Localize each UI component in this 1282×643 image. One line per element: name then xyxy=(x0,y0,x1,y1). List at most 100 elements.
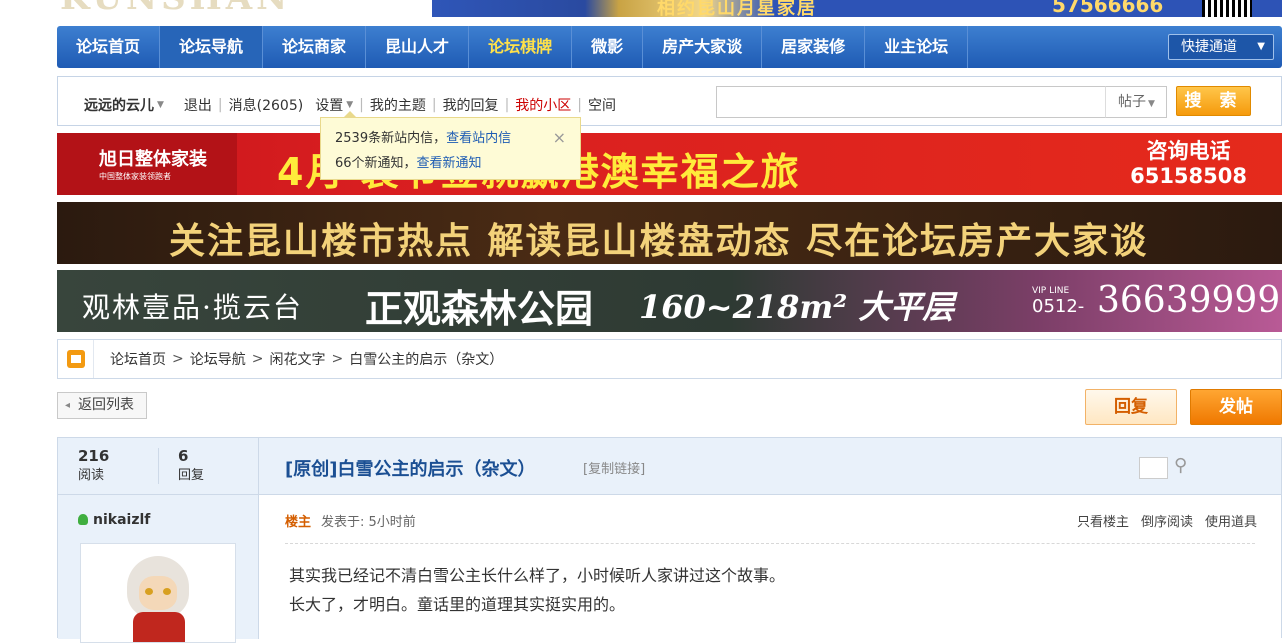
use-tool-link[interactable]: 使用道具 xyxy=(1205,515,1257,530)
post-line: 其实我已经记不清白雪公主长什么样了，小时候听人家讲过这个故事。 xyxy=(289,566,786,585)
breadcrumb-item[interactable]: 闲花文字 xyxy=(269,349,325,369)
chevron-down-icon: ▼ xyxy=(1257,41,1265,52)
breadcrumb-item[interactable]: 论坛首页 xyxy=(110,349,166,369)
nav-item-jobs[interactable]: 昆山人才 xyxy=(366,26,470,68)
breadcrumb-item-current[interactable]: 白雪公主的启示（杂文） xyxy=(349,349,503,369)
divider: | xyxy=(217,97,223,113)
notice-count-text: 66个新通知， xyxy=(335,156,417,171)
author-name[interactable]: nikaizlf xyxy=(78,512,150,528)
nav-item-games[interactable]: 论坛棋牌 xyxy=(469,26,573,68)
nav-item-forum-nav[interactable]: 论坛导航 xyxy=(160,26,264,68)
username-menu[interactable]: 远远的云儿 xyxy=(84,95,154,115)
top-advert-banner[interactable]: 相约昆山月星家居 57566666 xyxy=(432,0,1282,17)
post-meta: 楼主 发表于: 5小时前 xyxy=(285,511,416,530)
notification-popup: 2539条新站内信，查看站内信 66个新通知，查看新通知 × xyxy=(320,111,581,180)
nav-item-owners[interactable]: 业主论坛 xyxy=(865,26,969,68)
search-type-select[interactable]: 帖子 ▼ xyxy=(1105,86,1167,118)
chevron-down-icon: ▼ xyxy=(1148,99,1155,109)
search-button[interactable]: 搜 索 xyxy=(1176,86,1251,116)
nav-item-video[interactable]: 微影 xyxy=(572,26,644,68)
divider: | xyxy=(577,97,582,113)
breadcrumb: 论坛首页 > 论坛导航 > 闲花文字 > 白雪公主的启示（杂文） xyxy=(57,339,1282,379)
messages-link[interactable]: 消息(2605) xyxy=(229,95,304,115)
chevron-right-icon: > xyxy=(172,351,184,367)
property-ad-banner[interactable]: 观林壹品·揽云台 正观森林公园 160~218m² 大平层 VIP LINE 0… xyxy=(57,270,1282,332)
post-content: 其实我已经记不清白雪公主长什么样了，小时候听人家讲过这个故事。 长大了，才明白。… xyxy=(289,561,785,619)
nav-item-home[interactable]: 论坛首页 xyxy=(57,26,161,68)
nav-item-decoration[interactable]: 居家装修 xyxy=(762,26,866,68)
divider xyxy=(158,448,159,484)
main-nav: 论坛首页 论坛导航 论坛商家 昆山人才 论坛棋牌 微影 房产大家谈 居家装修 业… xyxy=(57,26,1282,68)
banner-phone-number: 36639999 xyxy=(1097,280,1281,321)
owner-badge: 楼主 xyxy=(285,515,312,530)
realestate-ad-banner[interactable]: 关注昆山楼市热点 解读昆山楼盘动态 尽在论坛房产大家谈 xyxy=(57,202,1282,264)
top-ad-number: 57566666 xyxy=(1052,0,1164,17)
nav-item-merchants[interactable]: 论坛商家 xyxy=(263,26,367,68)
copy-link-button[interactable]: [复制链接] xyxy=(583,458,645,477)
author-panel: nikaizlf xyxy=(58,495,259,643)
thread-title-bar: [原创]白雪公主的启示（杂文） [复制链接] ⚲ xyxy=(259,438,1281,495)
thread-title: [原创]白雪公主的启示（杂文） xyxy=(285,459,536,480)
divider xyxy=(285,543,1255,544)
search-type-label: 帖子 xyxy=(1118,94,1146,110)
post-body: 楼主 发表于: 5小时前 只看楼主 倒序阅读 使用道具 其实我已经记不清白雪公主长什么… xyxy=(259,495,1281,639)
site-logo[interactable]: KUNSHAN BBS xyxy=(60,0,400,10)
logout-link[interactable]: 退出 xyxy=(184,95,212,115)
read-count-label: 阅读 xyxy=(78,468,105,483)
chevron-down-icon: ▼ xyxy=(346,100,354,110)
banner-project-name: 观林壹品·揽云台 xyxy=(82,291,303,324)
banner-area-code: 0512- xyxy=(1032,296,1085,317)
divider: | xyxy=(359,97,364,113)
space-link[interactable]: 空间 xyxy=(588,95,616,115)
read-count: 216 阅读 xyxy=(78,446,109,486)
chevron-down-icon: ▼ xyxy=(157,100,164,110)
reply-count-label: 回复 xyxy=(178,468,205,483)
search-input[interactable] xyxy=(716,86,1106,118)
my-threads-link[interactable]: 我的主题 xyxy=(370,95,426,115)
decoration-ad-banner[interactable]: 旭日整体家装 中国整体家装领跑者 4月 装节签就赢港澳幸福之旅 咨询电话 651… xyxy=(57,133,1282,195)
thread-stats: 216 阅读 6 回复 xyxy=(58,438,259,495)
divider: | xyxy=(431,97,437,113)
quick-access-label: 快捷通道 xyxy=(1181,39,1237,55)
banner-brand-slogan: 中国整体家装领跑者 xyxy=(99,172,171,181)
banner-brand-logo: 旭日整体家装 中国整体家装领跑者 xyxy=(57,133,237,195)
breadcrumb-item[interactable]: 论坛导航 xyxy=(190,349,246,369)
qr-code-icon xyxy=(1202,0,1252,17)
only-owner-link[interactable]: 只看楼主 xyxy=(1077,515,1129,530)
divider: | xyxy=(504,97,510,113)
avatar[interactable] xyxy=(80,543,236,643)
top-ad-text: 相约昆山月星家居 xyxy=(657,0,817,17)
post-line: 长大了，才明白。童话里的道理其实挺实用的。 xyxy=(289,595,626,614)
banner-phone-number: 65158508 xyxy=(1130,164,1247,188)
nav-item-realestate[interactable]: 房产大家谈 xyxy=(643,26,763,68)
reply-button[interactable]: 回复 xyxy=(1085,389,1177,425)
select-checkbox[interactable] xyxy=(1139,457,1168,479)
reply-count: 6 回复 xyxy=(178,446,204,486)
view-messages-link[interactable]: 查看站内信 xyxy=(446,131,511,146)
reverse-order-link[interactable]: 倒序阅读 xyxy=(1141,515,1193,530)
post-tools: 只看楼主 倒序阅读 使用道具 xyxy=(1077,511,1257,530)
back-to-list-button[interactable]: 返回列表 xyxy=(57,392,147,419)
banner-phone-label: 咨询电话 xyxy=(1146,139,1231,163)
post-time: 发表于: 5小时前 xyxy=(321,515,416,530)
chevron-right-icon: > xyxy=(251,351,264,367)
thread-container: 216 阅读 6 回复 [原创]白雪公主的启示（杂文） [复制链接] ⚲ nik… xyxy=(57,437,1282,643)
my-replies-link[interactable]: 我的回复 xyxy=(443,95,499,115)
banner-headline: 关注昆山楼市热点 解读昆山楼盘动态 尽在论坛房产大家谈 xyxy=(169,220,1149,262)
user-toolbar: 远远的云儿 ▼ 退出 | 消息(2605) 设置 ▼ | 我的主题 | 我的回复… xyxy=(57,76,1282,126)
logo-text: KUNSHAN BBS xyxy=(60,0,291,10)
pm-count-text: 2539条新站内信， xyxy=(335,131,447,146)
banner-headline: 正观森林公园 xyxy=(365,286,594,331)
chevron-right-icon: > xyxy=(331,351,344,367)
new-post-button[interactable]: 发帖 xyxy=(1190,389,1282,425)
home-icon[interactable] xyxy=(58,340,94,378)
view-notices-link[interactable]: 查看新通知 xyxy=(417,156,482,171)
banner-vip-label: VIP LINE xyxy=(1032,286,1070,296)
read-count-value: 216 xyxy=(78,447,110,465)
quick-access-dropdown[interactable]: 快捷通道 ▼ xyxy=(1168,34,1274,60)
banner-size-text: 160~218m² 大平层 xyxy=(639,288,955,326)
close-icon[interactable]: × xyxy=(553,125,566,150)
wrench-icon[interactable]: ⚲ xyxy=(1174,455,1187,476)
my-community-link[interactable]: 我的小区 xyxy=(515,95,571,115)
settings-menu[interactable]: 设置 xyxy=(315,95,343,115)
